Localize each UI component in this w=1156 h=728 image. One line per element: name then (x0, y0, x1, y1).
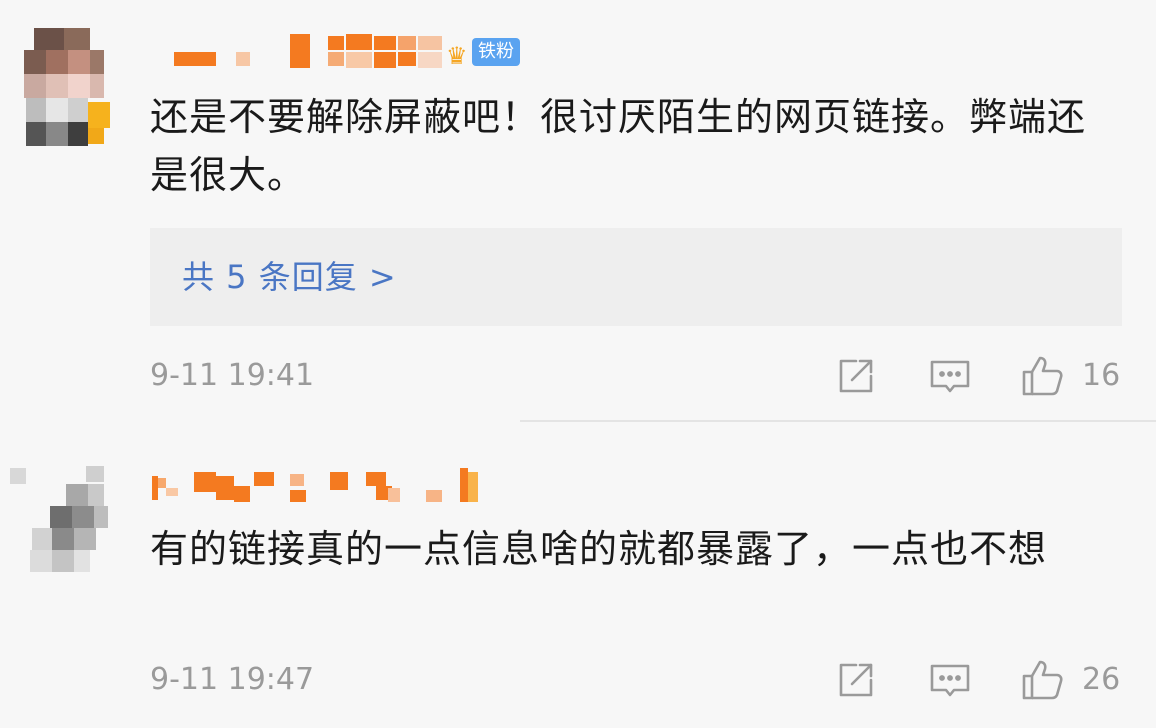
reply-box[interactable]: 共 5 条回复 > (150, 228, 1122, 326)
crown-icon: ♛ (446, 42, 468, 70)
view-replies-link[interactable]: 共 5 条回复 > (182, 254, 397, 300)
fan-badge[interactable]: 铁粉 (472, 38, 520, 66)
share-icon (839, 359, 873, 393)
share-icon (839, 663, 873, 697)
share-button[interactable] (832, 352, 880, 400)
like-count: 16 (1082, 358, 1121, 393)
comment-icon (930, 360, 970, 393)
like-button[interactable] (1018, 352, 1066, 400)
comment-text: 还是不要解除屏蔽吧！很讨厌陌生的网页链接。弊端还是很大。 (150, 95, 1087, 197)
comment-icon (930, 664, 970, 697)
comment-button[interactable] (926, 656, 974, 704)
thumbs-up-icon (1022, 660, 1063, 700)
thumbs-up-icon (1022, 356, 1063, 396)
username[interactable] (150, 468, 490, 508)
comment-meta: 9-11 19:47 26 (150, 654, 1122, 704)
username[interactable] (150, 32, 450, 72)
comment-item: 有的链接真的一点信息啥的就都暴露了，一点也不想 9-11 19:47 26 (0, 422, 1156, 728)
share-button[interactable] (832, 656, 880, 704)
comment-meta: 9-11 19:41 16 (150, 350, 1122, 400)
comment-button[interactable] (926, 352, 974, 400)
avatar[interactable] (24, 28, 114, 148)
like-button[interactable] (1018, 656, 1066, 704)
comment-text: 有的链接真的一点信息啥的就都暴露了，一点也不想 (150, 527, 1048, 571)
timestamp: 9-11 19:47 (150, 662, 315, 697)
avatar[interactable] (10, 466, 108, 586)
comment-item: ♛ 铁粉 还是不要解除屏蔽吧！很讨厌陌生的网页链接。弊端还是很大。 共 5 条回… (0, 0, 1156, 422)
timestamp: 9-11 19:41 (150, 358, 315, 393)
like-count: 26 (1082, 662, 1121, 697)
